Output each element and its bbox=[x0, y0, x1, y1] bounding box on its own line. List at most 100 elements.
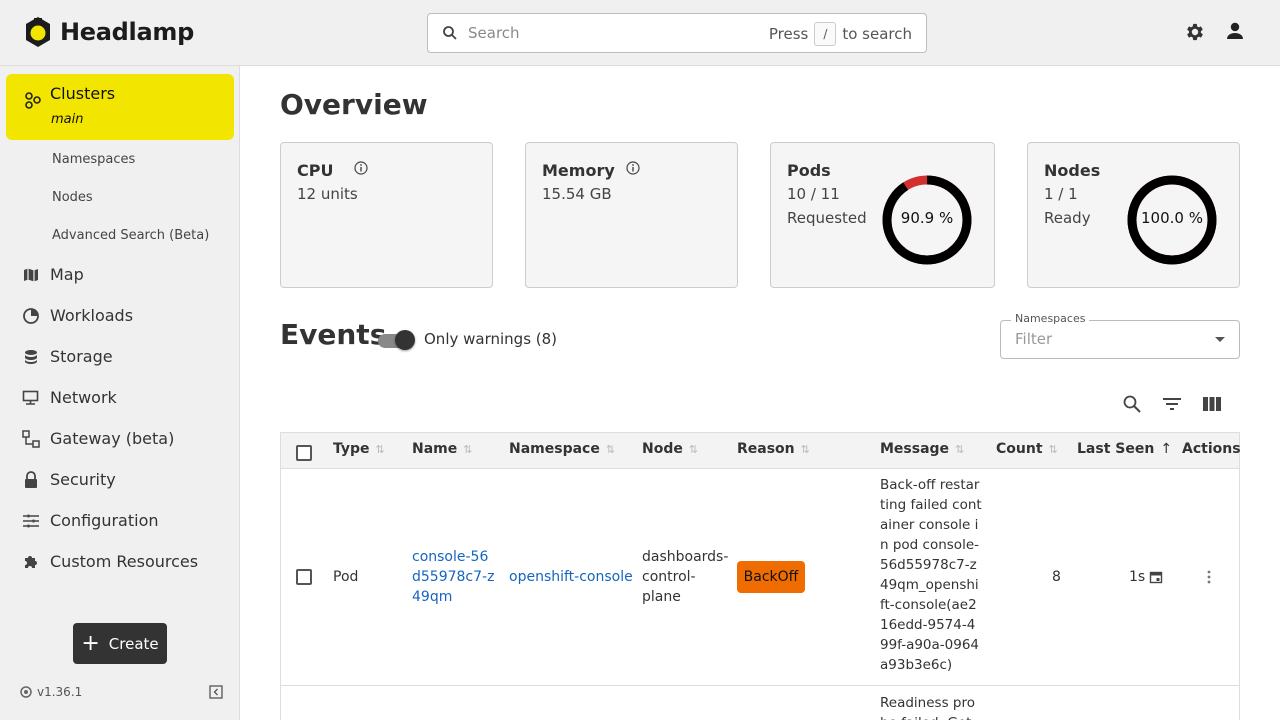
info-icon[interactable] bbox=[626, 161, 640, 175]
last-seen-value: 1s bbox=[1129, 569, 1146, 585]
lock-icon bbox=[22, 470, 40, 489]
search-icon bbox=[443, 26, 457, 40]
columns-icon[interactable] bbox=[1202, 394, 1222, 414]
event-node: dashboards-control-plane bbox=[642, 549, 729, 605]
only-warnings-label: Only warnings (8) bbox=[424, 330, 558, 348]
sidebar-item-label: Configuration bbox=[50, 511, 159, 530]
app-logo[interactable]: Headlamp bbox=[24, 16, 194, 48]
user-account-icon[interactable] bbox=[1225, 21, 1245, 41]
memory-card-title: Memory bbox=[542, 161, 615, 180]
search-table-icon[interactable] bbox=[1122, 394, 1142, 414]
table-row: Readiness probe failed: Get "ht bbox=[281, 687, 1239, 720]
column-label: Last Seen bbox=[1077, 441, 1155, 457]
column-header-reason[interactable]: Reason ⇅ bbox=[737, 441, 810, 457]
sort-icon: ⇅ bbox=[955, 442, 965, 456]
sidebar-item-label: Workloads bbox=[50, 306, 134, 325]
sidebar-item-label: Clusters bbox=[50, 84, 116, 103]
sidebar-item-workloads[interactable]: Workloads bbox=[22, 306, 133, 325]
sidebar-item-clusters[interactable]: Clusters main bbox=[6, 74, 234, 140]
plus-icon: + bbox=[81, 630, 100, 656]
cpu-value: 12 units bbox=[297, 185, 358, 203]
clusters-icon bbox=[25, 92, 41, 109]
version-info: v1.36.1 bbox=[20, 685, 82, 699]
collapse-sidebar-icon[interactable] bbox=[209, 685, 223, 699]
namespaces-filter-select[interactable]: Namespaces Filter bbox=[1000, 312, 1240, 359]
column-label: Namespace bbox=[509, 441, 600, 457]
search-shortcut-hint: Press / to search bbox=[769, 22, 912, 46]
sidebar-item-label: Custom Resources bbox=[50, 552, 199, 571]
gear-icon[interactable] bbox=[1184, 21, 1206, 43]
column-header-message[interactable]: Message ⇅ bbox=[880, 441, 964, 457]
only-warnings-toggle[interactable] bbox=[378, 330, 416, 350]
event-name-link[interactable]: console-56d55978c7-z49qm bbox=[412, 547, 496, 607]
column-header-count[interactable]: Count ⇅ bbox=[996, 441, 1058, 457]
sort-icon: ⇅ bbox=[375, 442, 385, 456]
column-label: Reason bbox=[737, 441, 795, 457]
column-label: Message bbox=[880, 441, 950, 457]
sidebar-item-namespaces[interactable]: Namespaces bbox=[52, 152, 135, 167]
storage-icon bbox=[22, 348, 40, 366]
column-label: Actions bbox=[1182, 441, 1241, 457]
filter-icon[interactable] bbox=[1162, 394, 1182, 414]
global-search-input[interactable]: Search Press / to search bbox=[427, 13, 927, 53]
row-checkbox[interactable] bbox=[296, 569, 312, 585]
sidebar-item-map[interactable]: Map bbox=[22, 265, 84, 284]
sidebar-item-storage[interactable]: Storage bbox=[22, 347, 113, 366]
column-label: Count bbox=[996, 441, 1043, 457]
namespaces-filter-legend: Namespaces bbox=[1011, 312, 1090, 325]
namespaces-filter-placeholder: Filter bbox=[1015, 330, 1053, 348]
select-all-checkbox[interactable] bbox=[296, 445, 312, 461]
sidebar-item-security[interactable]: Security bbox=[22, 470, 116, 489]
sidebar-item-gateway[interactable]: Gateway (beta) bbox=[22, 429, 174, 448]
nodes-card-title: Nodes bbox=[1044, 161, 1101, 180]
column-label: Type bbox=[333, 441, 370, 457]
column-header-name[interactable]: Name ⇅ bbox=[412, 441, 472, 457]
reason-badge: BackOff bbox=[737, 561, 805, 593]
pods-card-title: Pods bbox=[787, 161, 831, 180]
event-message: Readiness probe failed: Get "ht bbox=[880, 695, 975, 720]
sidebar: Clusters main Namespaces Nodes Advanced … bbox=[0, 66, 240, 720]
sidebar-item-label: Network bbox=[50, 388, 117, 407]
shortcut-key: / bbox=[814, 22, 837, 46]
more-actions-icon[interactable] bbox=[1203, 569, 1215, 585]
column-header-node[interactable]: Node ⇅ bbox=[642, 441, 698, 457]
page-title: Overview bbox=[280, 88, 428, 121]
info-icon[interactable] bbox=[354, 161, 368, 175]
dropdown-arrow-icon bbox=[1215, 337, 1225, 342]
pods-card: Pods 10 / 11 Requested 90.9 % bbox=[770, 142, 995, 288]
app-name: Headlamp bbox=[60, 18, 194, 46]
memory-card: Memory 15.54 GB bbox=[525, 142, 738, 288]
create-button[interactable]: + Create bbox=[73, 623, 167, 664]
column-header-last-seen[interactable]: Last Seen ↑ bbox=[1077, 441, 1172, 457]
map-icon bbox=[22, 266, 40, 284]
hint-press: Press bbox=[768, 25, 809, 43]
nodes-count: 1 / 1 bbox=[1044, 185, 1078, 203]
sidebar-item-advanced-search[interactable]: Advanced Search (Beta) bbox=[52, 228, 209, 243]
network-icon bbox=[22, 389, 40, 407]
event-namespace-link[interactable]: openshift-console bbox=[509, 567, 633, 587]
memory-value: 15.54 GB bbox=[542, 185, 612, 203]
column-label: Name bbox=[412, 441, 458, 457]
column-header-actions: Actions bbox=[1182, 441, 1241, 457]
events-title: Events bbox=[280, 318, 387, 351]
event-count: 8 bbox=[1052, 569, 1061, 585]
puzzle-icon bbox=[22, 553, 40, 571]
table-header: Type ⇅ Name ⇅ Namespace ⇅ Node ⇅ Reason ⇅ Mes… bbox=[281, 433, 1241, 469]
sidebar-item-nodes[interactable]: Nodes bbox=[52, 190, 93, 205]
sidebar-item-custom-resources[interactable]: Custom Resources bbox=[22, 552, 198, 571]
sidebar-item-network[interactable]: Network bbox=[22, 388, 117, 407]
column-header-namespace[interactable]: Namespace ⇅ bbox=[509, 441, 615, 457]
sidebar-item-label: Gateway (beta) bbox=[50, 429, 175, 448]
pods-percent-label: 90.9 % bbox=[900, 209, 954, 227]
event-last-seen: 1s bbox=[1129, 567, 1163, 587]
version-label: v1.36.1 bbox=[37, 685, 83, 699]
sort-icon: ⇅ bbox=[1048, 442, 1058, 456]
sidebar-item-label: Security bbox=[50, 470, 116, 489]
sidebar-item-configuration[interactable]: Configuration bbox=[22, 511, 159, 530]
pods-count: 10 / 11 bbox=[787, 185, 840, 203]
sort-icon: ⇅ bbox=[688, 442, 699, 456]
column-header-type[interactable]: Type ⇅ bbox=[333, 441, 385, 457]
sidebar-item-label: Map bbox=[50, 265, 84, 284]
version-icon bbox=[20, 686, 32, 698]
cpu-card-title: CPU bbox=[297, 161, 334, 180]
